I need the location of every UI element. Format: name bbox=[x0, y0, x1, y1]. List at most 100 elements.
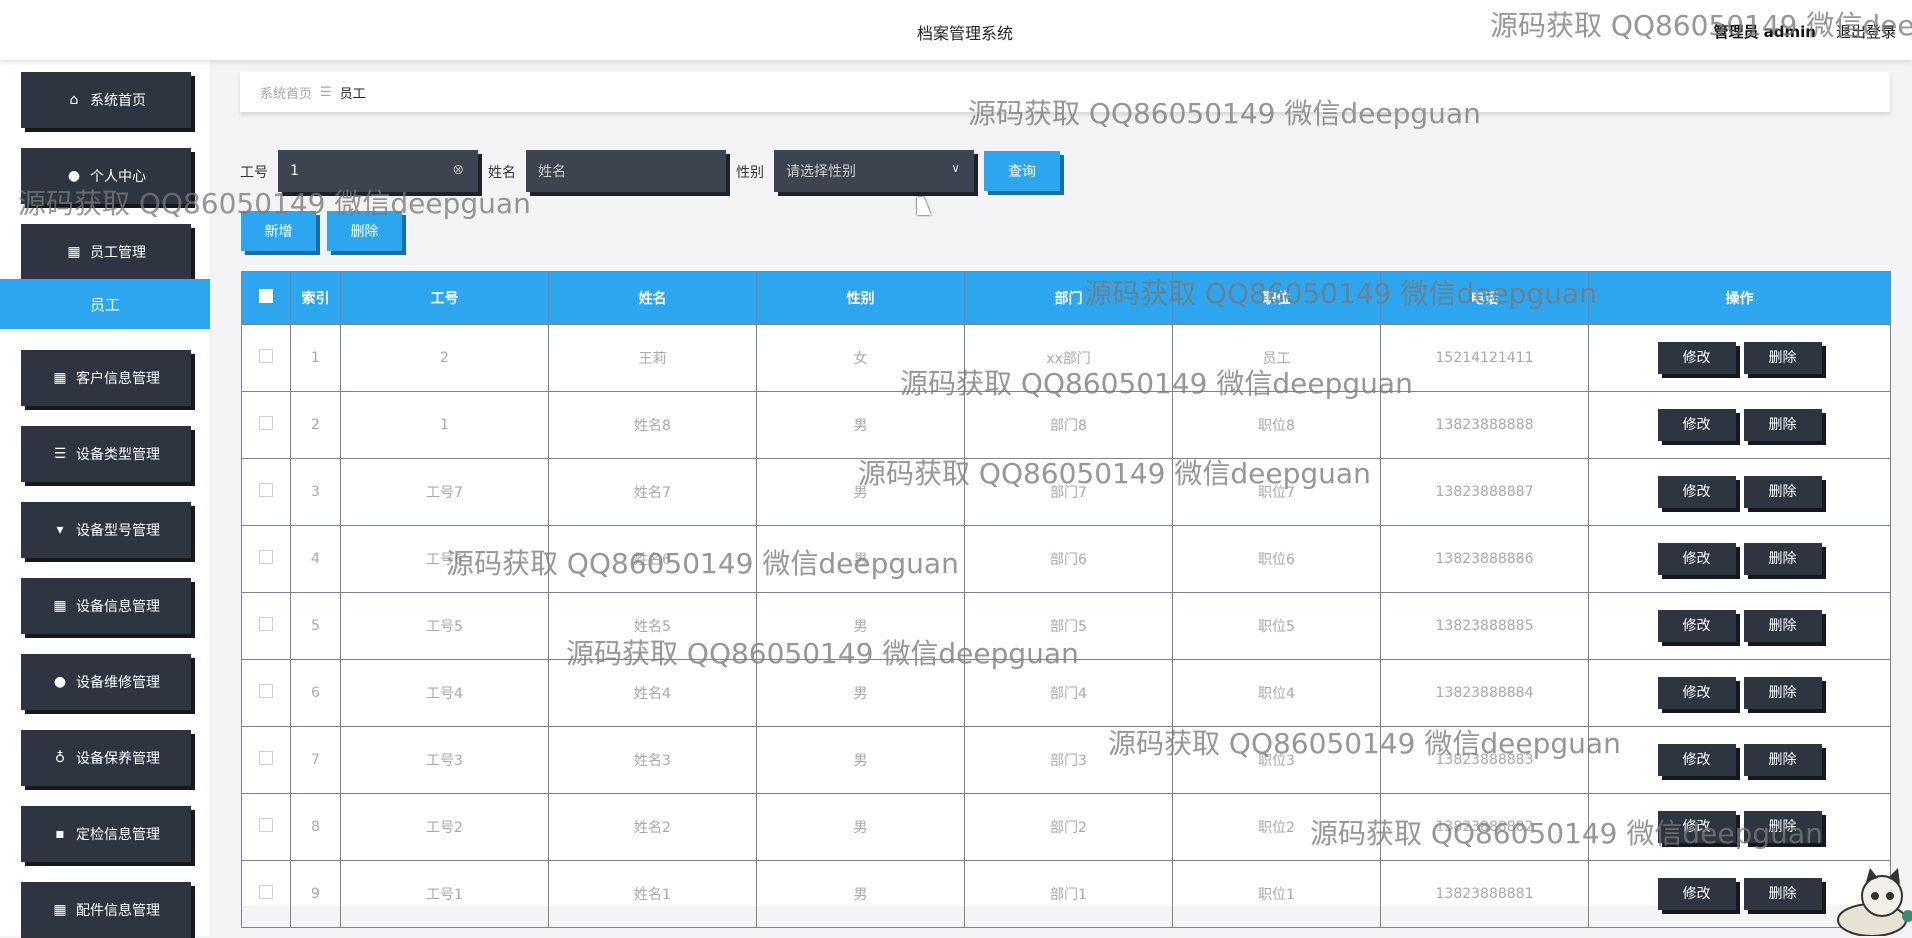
edit-button[interactable]: 修改 bbox=[1657, 543, 1736, 575]
top-bar: 档案管理系统 管理员 admin 退出登录 bbox=[0, 0, 1912, 60]
table-cell: 职位4 bbox=[1172, 659, 1381, 727]
sidebar-item-device-repair[interactable]: ● 设备维修管理 bbox=[21, 654, 191, 710]
row-actions-cell: 修改 删除 bbox=[1588, 324, 1891, 392]
table-cell: 工号2 bbox=[340, 793, 549, 861]
table-cell: 工号1 bbox=[340, 860, 549, 928]
employee-id-input[interactable]: 1 ⊗ bbox=[278, 150, 478, 192]
table-cell: 职位3 bbox=[1172, 726, 1381, 794]
table-row: 5 工号5 姓名5 男部门5 职位5 13823888885 修改 删除 bbox=[241, 592, 1891, 660]
breadcrumb-home[interactable]: 系统首页 bbox=[260, 83, 312, 102]
table-cell: 职位6 bbox=[1172, 525, 1381, 593]
edit-button[interactable]: 修改 bbox=[1657, 744, 1736, 776]
logout-link[interactable]: 退出登录 bbox=[1836, 21, 1896, 42]
table-cell: 姓名1 bbox=[548, 860, 757, 928]
delete-row-button[interactable]: 删除 bbox=[1743, 543, 1822, 575]
table-cell: 1 bbox=[290, 324, 341, 392]
table-cell: 15214121411 bbox=[1380, 324, 1589, 392]
row-checkbox[interactable] bbox=[259, 617, 273, 631]
breadcrumb-separator-icon: ☰ bbox=[320, 84, 332, 100]
edit-button[interactable]: 修改 bbox=[1657, 677, 1736, 709]
gender-select[interactable]: 请选择性别 ∨ bbox=[774, 150, 974, 192]
delete-row-button[interactable]: 删除 bbox=[1743, 811, 1822, 843]
delete-row-button[interactable]: 删除 bbox=[1743, 476, 1822, 508]
delete-row-button[interactable]: 删除 bbox=[1743, 677, 1822, 709]
table-cell: 工号3 bbox=[340, 726, 549, 794]
edit-button[interactable]: 修改 bbox=[1657, 811, 1736, 843]
edit-button[interactable]: 修改 bbox=[1657, 409, 1736, 441]
row-checkbox[interactable] bbox=[259, 416, 273, 430]
grid-icon: ▦ bbox=[53, 902, 67, 918]
mascot-cat-icon bbox=[1837, 868, 1912, 936]
delete-row-button[interactable]: 删除 bbox=[1743, 610, 1822, 642]
employee-id-value: 1 bbox=[290, 163, 299, 179]
table-cell: 男 bbox=[756, 860, 965, 928]
table-cell: 姓名2 bbox=[548, 793, 757, 861]
sidebar-item-label: 系统首页 bbox=[90, 93, 146, 109]
sidebar: ⌂ 系统首页 ● 个人中心 ▦ 员工管理 员工 ▦ 客户信息管理 ☰ 设备类型管… bbox=[0, 60, 210, 938]
delete-row-button[interactable]: 删除 bbox=[1743, 409, 1822, 441]
row-checkbox[interactable] bbox=[259, 885, 273, 899]
sidebar-item-label: 定检信息管理 bbox=[76, 827, 160, 843]
table-cell: 男 bbox=[756, 659, 965, 727]
sidebar-item-device-model[interactable]: ▾ 设备型号管理 bbox=[21, 502, 191, 558]
table-cell: 工号4 bbox=[340, 659, 549, 727]
edit-button[interactable]: 修改 bbox=[1657, 342, 1736, 374]
table-cell: 13823888883 bbox=[1380, 726, 1589, 794]
delete-row-button[interactable]: 删除 bbox=[1743, 342, 1822, 374]
sidebar-subitem-employee[interactable]: 员工 bbox=[0, 279, 210, 329]
row-actions-cell: 修改 删除 bbox=[1588, 592, 1891, 660]
table-cell: 13823888888 bbox=[1380, 391, 1589, 459]
home-icon: ⌂ bbox=[69, 92, 79, 108]
sidebar-item-device-info[interactable]: ▦ 设备信息管理 bbox=[21, 578, 191, 634]
batch-delete-button[interactable]: 删除 bbox=[327, 211, 402, 251]
sidebar-item-device-type[interactable]: ☰ 设备类型管理 bbox=[21, 426, 191, 482]
sidebar-item-parts-info[interactable]: ▦ 配件信息管理 bbox=[21, 882, 191, 938]
sidebar-item-device-maintenance[interactable]: ♁ 设备保养管理 bbox=[21, 730, 191, 786]
row-select-cell bbox=[241, 592, 291, 660]
clear-icon[interactable]: ⊗ bbox=[452, 162, 464, 178]
query-button[interactable]: 查询 bbox=[984, 151, 1060, 191]
table-row: 6 工号4 姓名4 男部门4 职位4 13823888884 修改 删除 bbox=[241, 659, 1891, 727]
table-cell: 2 bbox=[290, 391, 341, 459]
table-cell: 姓名4 bbox=[548, 659, 757, 727]
delete-row-button[interactable]: 删除 bbox=[1743, 744, 1822, 776]
table-cell: 职位7 bbox=[1172, 458, 1381, 526]
sidebar-item-customer-info[interactable]: ▦ 客户信息管理 bbox=[21, 350, 191, 406]
row-checkbox[interactable] bbox=[259, 818, 273, 832]
column-header: 性别 bbox=[756, 271, 965, 325]
table-cell: 工号5 bbox=[340, 592, 549, 660]
select-all-checkbox[interactable] bbox=[259, 289, 273, 303]
table-cell: 13823888887 bbox=[1380, 458, 1589, 526]
row-checkbox[interactable] bbox=[259, 550, 273, 564]
add-button[interactable]: 新增 bbox=[241, 211, 316, 251]
edit-button[interactable]: 修改 bbox=[1657, 610, 1736, 642]
row-checkbox[interactable] bbox=[259, 483, 273, 497]
bulb-icon: ♁ bbox=[54, 750, 66, 766]
sidebar-item-profile[interactable]: ● 个人中心 bbox=[21, 148, 191, 204]
edit-button[interactable]: 修改 bbox=[1657, 878, 1736, 910]
row-actions-cell: 修改 删除 bbox=[1588, 525, 1891, 593]
table-cell: 姓名6 bbox=[548, 525, 757, 593]
current-user-label: 管理员 admin bbox=[1713, 23, 1816, 41]
sidebar-item-home[interactable]: ⌂ 系统首页 bbox=[21, 72, 191, 128]
delete-row-button[interactable]: 删除 bbox=[1743, 878, 1822, 910]
grid-icon: ▦ bbox=[53, 370, 67, 386]
row-checkbox[interactable] bbox=[259, 751, 273, 765]
breadcrumb: 系统首页 ☰ 员工 bbox=[240, 72, 1890, 112]
row-select-cell bbox=[241, 726, 291, 794]
chevron-down-icon: ∨ bbox=[951, 161, 960, 175]
sidebar-item-label: 客户信息管理 bbox=[76, 371, 160, 387]
table-cell: 姓名3 bbox=[548, 726, 757, 794]
user-icon: ● bbox=[53, 674, 67, 690]
table-cell: 男 bbox=[756, 592, 965, 660]
row-checkbox[interactable] bbox=[259, 684, 273, 698]
row-checkbox[interactable] bbox=[259, 349, 273, 363]
sidebar-item-inspection-info[interactable]: ▪ 定检信息管理 bbox=[21, 806, 191, 862]
brush-icon: ▾ bbox=[56, 522, 64, 538]
name-input[interactable]: 姓名 bbox=[526, 150, 726, 192]
sidebar-item-label: 设备维修管理 bbox=[76, 675, 160, 691]
sidebar-item-employee-management[interactable]: ▦ 员工管理 bbox=[21, 224, 191, 280]
table-cell: 职位2 bbox=[1172, 793, 1381, 861]
edit-button[interactable]: 修改 bbox=[1657, 476, 1736, 508]
name-label: 姓名 bbox=[488, 165, 516, 181]
